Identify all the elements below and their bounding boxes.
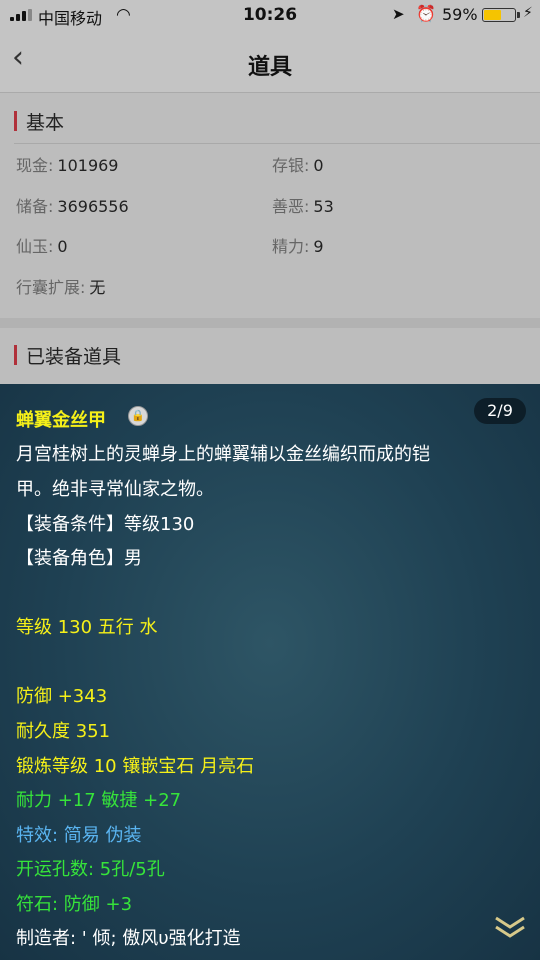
battery-icon [482,8,516,22]
battery-tip [517,12,520,18]
item-description-line: 月宫桂树上的灵蝉身上的蝉翼辅以金丝编织而成的铠 [16,444,430,465]
battery-percent: 59% [442,5,478,24]
special-effect: 特效: 简易 伪装 [16,825,142,846]
page-indicator: 2/9 [474,398,526,424]
alarm-icon: ⏰ [416,4,436,23]
location-icon: ➤ [392,5,405,23]
cash-row: 现金: 101969 [16,156,119,175]
divider [14,143,540,144]
reserve-row: 储备: 3696556 [16,197,129,216]
maker-info: 制造者: ' 倾; 傲风υ强化打造 [16,928,241,949]
section-gap [0,318,540,328]
item-name: 蝉翼金丝甲 [16,410,106,431]
deposit-row: 存银: 0 [272,156,324,175]
bag-expansion-row: 行囊扩展: 无 [16,278,106,297]
nav-header: ‹ 道具 [0,30,540,93]
equipped-section: 已装备道具 [0,328,540,384]
lock-icon: 🔒 [128,406,148,426]
defense-stat: 防御 +343 [16,686,108,707]
page-title: 道具 [247,55,292,80]
forge-info: 锻炼等级 10 镶嵌宝石 月亮石 [16,756,255,777]
lucky-holes: 开运孔数: 5孔/5孔 [16,859,165,880]
level-element: 等级 130 五行 水 [16,617,158,638]
status-bar: 中国移动 ◠ 10:26 ➤ ⏰ 59% ⚡ [0,0,540,30]
item-detail-popup[interactable]: 蝉翼金丝甲 🔒 2/9 月宫桂树上的灵蝉身上的蝉翼辅以金丝编织而成的铠 甲。绝非… [0,384,540,960]
energy-row: 精力: 9 [272,237,324,256]
durability-stat: 耐久度 351 [16,721,111,742]
basic-section: 基本 现金: 101969 存银: 0 储备: 3696556 善恶: 53 仙玉: 0 … [0,93,540,318]
karma-row: 善恶: 53 [272,197,334,216]
charging-icon: ⚡ [523,5,533,21]
equip-requirement-role: 【装备角色】男 [16,548,142,569]
basic-section-title: 基本 [14,108,64,135]
jade-row: 仙玉: 0 [16,237,68,256]
bonus-stats: 耐力 +17 敏捷 +27 [16,790,182,811]
equipped-section-title: 已装备道具 [14,342,121,369]
rune-stone: 符石: 防御 +3 [16,894,133,915]
equip-requirement-level: 【装备条件】等级130 [16,514,195,535]
item-description-line: 甲。绝非寻常仙家之物。 [16,479,214,500]
double-chevron-down-icon[interactable] [492,914,528,940]
